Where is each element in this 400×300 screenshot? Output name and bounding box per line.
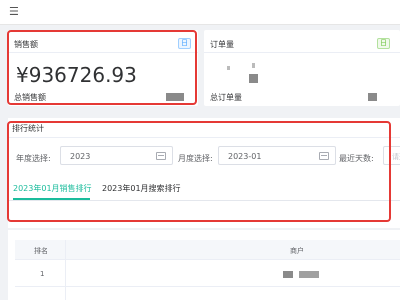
column-header-merchant: 商户 [290, 247, 304, 255]
redacted-total-sales [166, 93, 184, 101]
table-header: 排名 商户 [15, 240, 400, 260]
days-label: 最近天数: [339, 154, 374, 163]
days-select[interactable]: 请选择 [383, 146, 400, 165]
year-value: 2023 [70, 152, 91, 161]
orders-day-badge: 日 [377, 38, 390, 49]
calendar-icon [319, 152, 329, 160]
calendar-icon [156, 152, 166, 160]
month-label: 月度选择: [178, 154, 213, 163]
month-value: 2023-01 [228, 152, 262, 161]
sales-card-title: 销售额 [14, 40, 38, 49]
sales-card: 销售额 日 ¥936726.93 总销售额 [8, 30, 198, 106]
redacted-orders-fragment [227, 66, 230, 70]
table-row[interactable]: 1 [15, 261, 400, 287]
ranking-title: 排行统计 [12, 124, 44, 133]
sales-footer-label: 总销售额 [14, 93, 46, 102]
month-picker[interactable]: 2023-01 [218, 146, 336, 165]
redacted-merchant-2 [299, 271, 319, 278]
sales-day-badge: 日 [178, 38, 191, 49]
ranking-table: 排名 商户 1 [8, 230, 400, 300]
ranking-panel: 排行统计 年度选择: 2023 月度选择: 2023-01 最近天数: 请选择 … [8, 118, 400, 228]
tabs-divider [8, 200, 400, 201]
tab-search-ranking[interactable]: 2023年01月搜索排行 [102, 183, 181, 194]
rank-cell: 1 [40, 270, 45, 278]
tab-sales-ranking[interactable]: 2023年01月销售排行 [13, 183, 92, 194]
top-bar: ☰ [0, 0, 400, 25]
year-picker[interactable]: 2023 [60, 146, 173, 165]
ranking-title-divider [8, 137, 400, 138]
redacted-merchant-1 [283, 271, 293, 278]
sales-card-divider [8, 52, 198, 53]
sales-value: ¥936726.93 [16, 63, 137, 87]
hamburger-menu-icon[interactable]: ☰ [9, 6, 19, 18]
orders-card: 订单量 日 总订单量 [204, 30, 400, 106]
orders-card-divider [204, 52, 400, 53]
orders-card-title: 订单量 [210, 40, 234, 49]
year-label: 年度选择: [16, 154, 51, 163]
redacted-orders-value [249, 74, 258, 83]
orders-footer-label: 总订单量 [210, 93, 242, 102]
redacted-total-orders [368, 93, 377, 101]
redacted-orders-fragment-2 [252, 63, 255, 68]
column-header-rank: 排名 [34, 247, 48, 255]
days-placeholder: 请选择 [392, 153, 400, 161]
